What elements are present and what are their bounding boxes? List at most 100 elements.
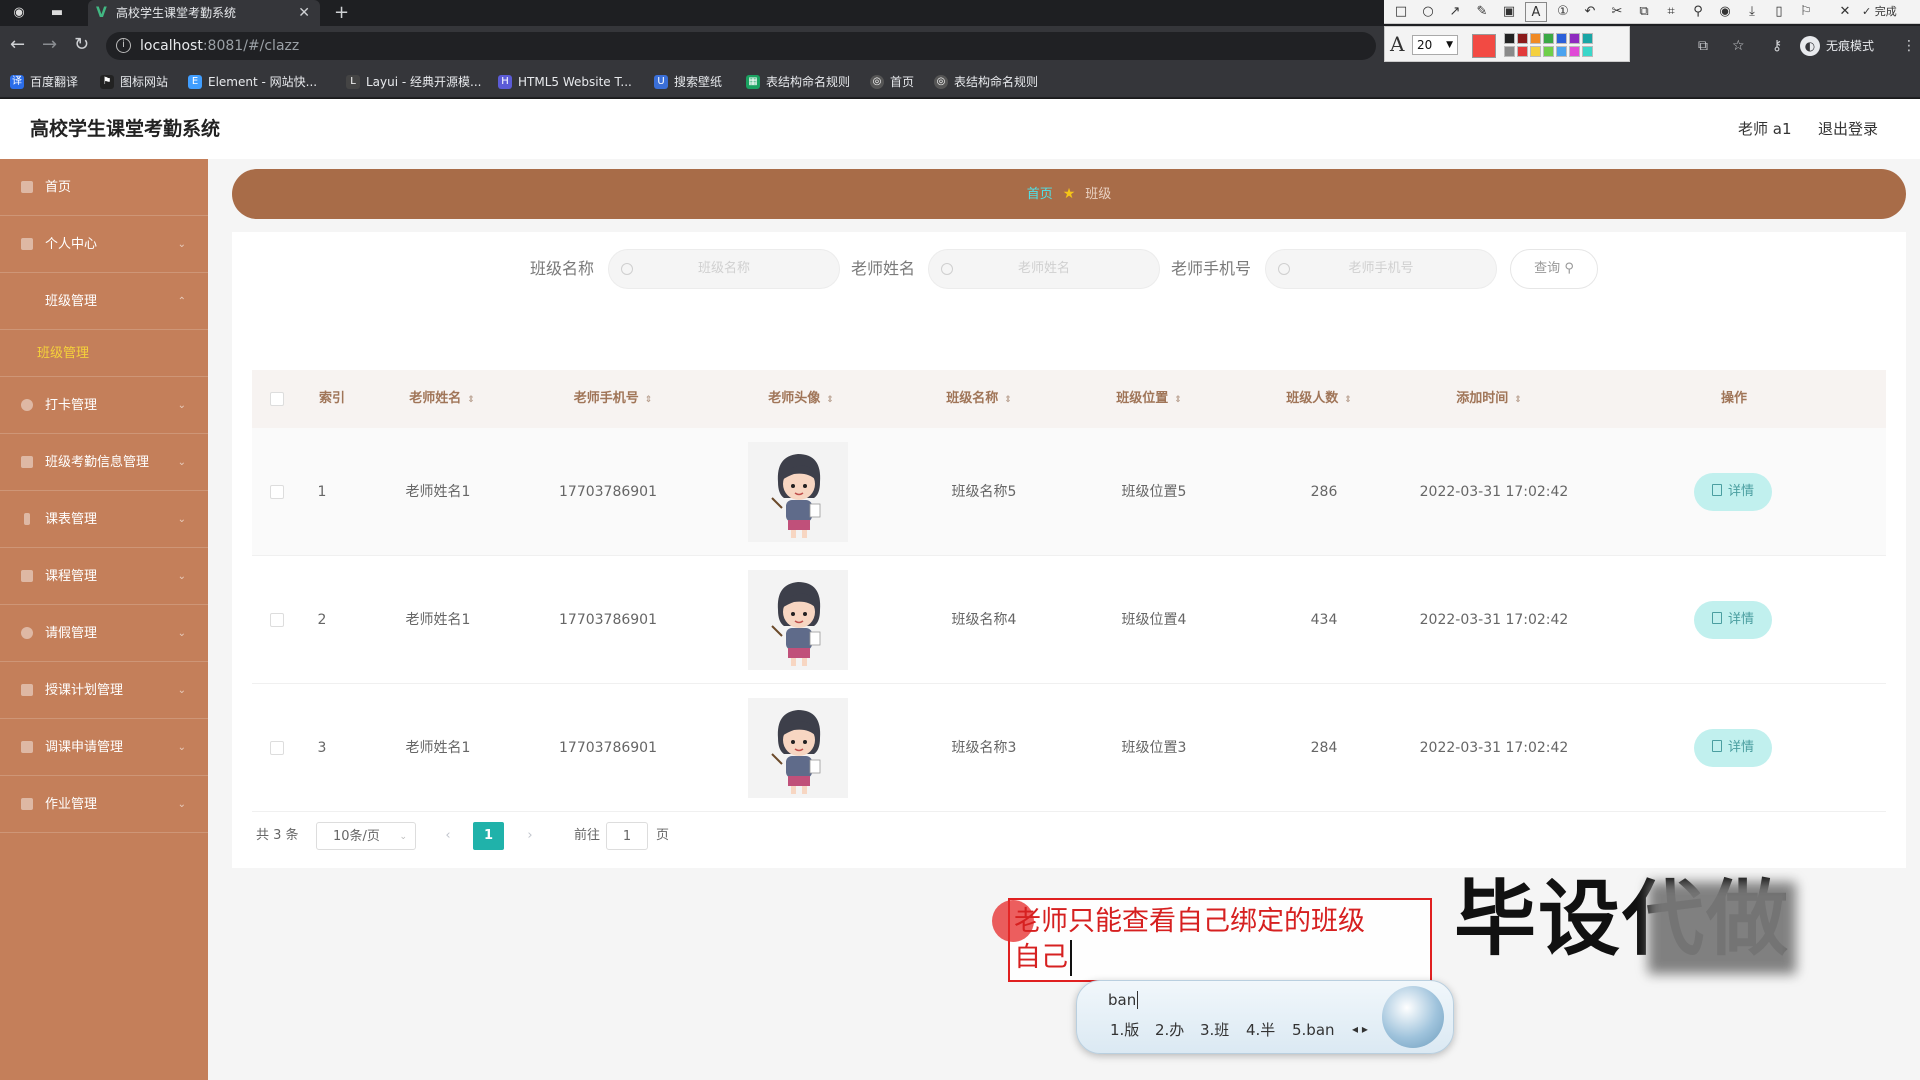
page-number-current[interactable]: 1: [473, 822, 504, 850]
back-icon[interactable]: ←: [10, 35, 25, 55]
ime-candidate[interactable]: 3.班: [1200, 1020, 1229, 1040]
prev-page-icon[interactable]: ‹: [434, 822, 462, 850]
tab-search-icon[interactable]: ▬: [50, 6, 64, 20]
detail-button[interactable]: 详情: [1694, 601, 1772, 639]
color-swatch[interactable]: [1569, 33, 1580, 44]
logout-link[interactable]: 退出登录: [1818, 119, 1878, 139]
browser-menu-icon[interactable]: ◉: [12, 6, 26, 20]
color-swatch[interactable]: [1517, 33, 1528, 44]
arrow-tool-icon[interactable]: ↗: [1444, 2, 1466, 22]
col-teacher-avatar[interactable]: 老师头像 ⇕: [746, 370, 856, 428]
sidebar-item-course[interactable]: 课程管理 ⌄: [0, 548, 208, 605]
page-size-select[interactable]: 10条/页 ⌄: [316, 822, 416, 850]
ellipse-tool-icon[interactable]: ○: [1417, 2, 1439, 22]
color-swatch[interactable]: [1530, 33, 1541, 44]
rectangle-tool-icon[interactable]: □: [1390, 2, 1412, 22]
sidebar-item-teaching-plan[interactable]: 授课计划管理 ⌄: [0, 662, 208, 719]
sort-icon[interactable]: ⇕: [1004, 395, 1012, 405]
color-swatch[interactable]: [1556, 33, 1567, 44]
teacher-avatar[interactable]: [748, 698, 848, 798]
bookmark-item[interactable]: ▦ 表结构命名规则: [746, 72, 850, 92]
color-swatch[interactable]: [1504, 33, 1515, 44]
sort-icon[interactable]: ⇕: [1174, 395, 1182, 405]
pin-icon[interactable]: ⚲: [1687, 2, 1709, 22]
sort-icon[interactable]: ⇕: [1514, 395, 1522, 405]
col-added-time[interactable]: 添加时间 ⇕: [1434, 370, 1544, 428]
current-color-swatch[interactable]: [1472, 34, 1496, 58]
ime-next-page-icon[interactable]: ◂ ▸: [1352, 1022, 1368, 1036]
color-swatch[interactable]: [1543, 46, 1554, 57]
col-class-location[interactable]: 班级位置 ⇕: [1094, 370, 1204, 428]
number-tool-icon[interactable]: ①: [1552, 2, 1574, 22]
bookmark-item[interactable]: H HTML5 Website T...: [498, 72, 632, 92]
col-teacher-phone[interactable]: 老师手机号 ⇕: [548, 370, 678, 428]
tab-close-icon[interactable]: ✕: [298, 0, 310, 26]
class-name-input[interactable]: 班级名称: [608, 249, 840, 289]
bookmark-star-icon[interactable]: ☆: [1732, 38, 1745, 54]
teacher-avatar[interactable]: [748, 570, 848, 670]
sidebar-item-homework[interactable]: 作业管理 ⌄: [0, 776, 208, 833]
bookmark-item[interactable]: U 搜索壁纸: [654, 72, 722, 92]
ime-candidate[interactable]: 2.办: [1155, 1020, 1184, 1040]
sidebar-item-timetable[interactable]: 课表管理 ⌄: [0, 491, 208, 548]
ime-candidate[interactable]: 4.半: [1246, 1020, 1275, 1040]
cut-icon[interactable]: ✂: [1606, 2, 1628, 22]
col-class-name[interactable]: 班级名称 ⇕: [924, 370, 1034, 428]
breadcrumb-home[interactable]: 首页: [1027, 187, 1053, 202]
mosaic-tool-icon[interactable]: ▣: [1498, 2, 1520, 22]
bookmark-item[interactable]: 译百度翻译: [10, 72, 78, 92]
url-input[interactable]: i localhost:8081/#/clazz: [106, 32, 1376, 60]
sidebar-item-leave[interactable]: 请假管理 ⌄: [0, 605, 208, 662]
bookmark-item[interactable]: ◎ 首页: [870, 72, 914, 92]
color-swatch[interactable]: [1543, 33, 1554, 44]
sort-icon[interactable]: ⇕: [645, 395, 653, 405]
color-swatch[interactable]: [1556, 46, 1567, 57]
row-checkbox[interactable]: [270, 485, 284, 499]
phone-icon[interactable]: ▯: [1768, 2, 1790, 22]
ime-candidate[interactable]: 5.ban: [1292, 1020, 1335, 1040]
sidebar-item-home[interactable]: 首页: [0, 159, 208, 216]
sort-icon[interactable]: ⇕: [467, 395, 475, 405]
sort-icon[interactable]: ⇕: [1344, 395, 1352, 405]
browser-more-icon[interactable]: ⋮: [1902, 38, 1916, 54]
ocr-tool-icon[interactable]: ⌗: [1660, 2, 1682, 22]
password-key-icon[interactable]: ⚷: [1772, 38, 1782, 54]
finish-button[interactable]: ✓ 完成: [1862, 2, 1918, 22]
text-tool-icon[interactable]: A: [1525, 2, 1547, 22]
col-teacher-name[interactable]: 老师姓名 ⇕: [382, 370, 502, 428]
favorite-icon[interactable]: ⚐: [1795, 2, 1817, 22]
teacher-name-input[interactable]: 老师姓名: [928, 249, 1160, 289]
bookmark-item[interactable]: ◎ 表结构命名规则: [934, 72, 1038, 92]
translate-tool-icon[interactable]: ⧉: [1633, 2, 1655, 22]
ime-candidate[interactable]: 1.版: [1110, 1020, 1139, 1040]
goto-page-input[interactable]: 1: [606, 822, 648, 850]
font-size-select[interactable]: 20 ▼: [1412, 35, 1458, 55]
incognito-indicator[interactable]: ◐ 无痕模式: [1800, 34, 1874, 58]
color-swatch[interactable]: [1517, 46, 1528, 57]
bookmark-item[interactable]: ⚑ 图标网站: [100, 72, 168, 92]
table-row[interactable]: 1 老师姓名1 17703786901 班级名称5 班级位置5 286 2022…: [252, 428, 1886, 556]
site-info-icon[interactable]: i: [116, 38, 131, 53]
bookmark-item[interactable]: L Layui - 经典开源模...: [346, 72, 481, 92]
browser-tab-active[interactable]: V 高校学生课堂考勤系统 ✕: [88, 0, 320, 26]
sidebar-item-reschedule[interactable]: 调课申请管理 ⌄: [0, 719, 208, 776]
forward-icon[interactable]: →: [42, 35, 57, 55]
detail-button[interactable]: 详情: [1694, 473, 1772, 511]
sidebar-item-checkin[interactable]: 打卡管理 ⌄: [0, 377, 208, 434]
sidebar-item-attendance[interactable]: 班级考勤信息管理 ⌄: [0, 434, 208, 491]
sidebar-item-class[interactable]: 班级管理 ⌃: [0, 273, 208, 330]
color-swatch[interactable]: [1569, 46, 1580, 57]
table-row[interactable]: 3 老师姓名1 17703786901 班级名称3 班级位置3 284 2022…: [252, 684, 1886, 812]
color-swatch[interactable]: [1530, 46, 1541, 57]
detail-button[interactable]: 详情: [1694, 729, 1772, 767]
color-swatch[interactable]: [1582, 46, 1593, 57]
row-checkbox[interactable]: [270, 613, 284, 627]
row-checkbox[interactable]: [270, 741, 284, 755]
bookmark-item[interactable]: E Element - 网站快...: [188, 72, 317, 92]
color-swatch[interactable]: [1582, 33, 1593, 44]
undo-icon[interactable]: ↶: [1579, 2, 1601, 22]
reload-icon[interactable]: ↻: [74, 35, 89, 55]
next-page-icon[interactable]: ›: [516, 822, 544, 850]
cancel-icon[interactable]: ✕: [1834, 2, 1856, 22]
color-swatch[interactable]: [1504, 46, 1515, 57]
